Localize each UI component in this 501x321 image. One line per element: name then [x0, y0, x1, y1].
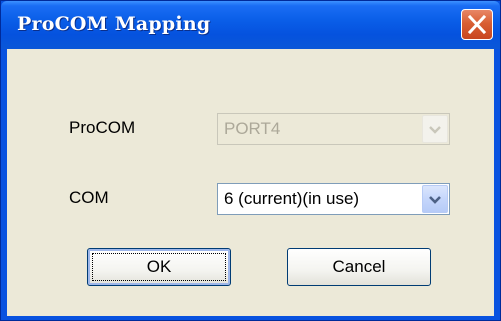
com-label: COM	[69, 188, 109, 207]
procom-select-arrow[interactable]	[422, 115, 448, 143]
cancel-button[interactable]: Cancel	[287, 248, 431, 286]
dialog-window: ProCOM Mapping ProCOM PORT4 COM 6 (curre…	[0, 0, 501, 321]
dialog-body: ProCOM PORT4 COM 6 (current)(in use) OK …	[7, 49, 494, 316]
procom-select-value: PORT4	[224, 119, 281, 138]
com-select-arrow[interactable]	[422, 185, 448, 213]
ok-button[interactable]: OK	[87, 248, 231, 286]
close-icon	[467, 14, 487, 35]
title-bar[interactable]: ProCOM Mapping	[1, 1, 500, 49]
chevron-down-icon	[429, 196, 441, 204]
close-button[interactable]	[461, 9, 493, 40]
procom-label: ProCOM	[69, 118, 136, 137]
chevron-down-icon	[429, 126, 441, 134]
procom-select[interactable]: PORT4	[217, 113, 450, 145]
com-select-value: 6 (current)(in use)	[224, 189, 360, 208]
window-title: ProCOM Mapping	[17, 13, 211, 35]
com-select[interactable]: 6 (current)(in use)	[217, 183, 450, 215]
